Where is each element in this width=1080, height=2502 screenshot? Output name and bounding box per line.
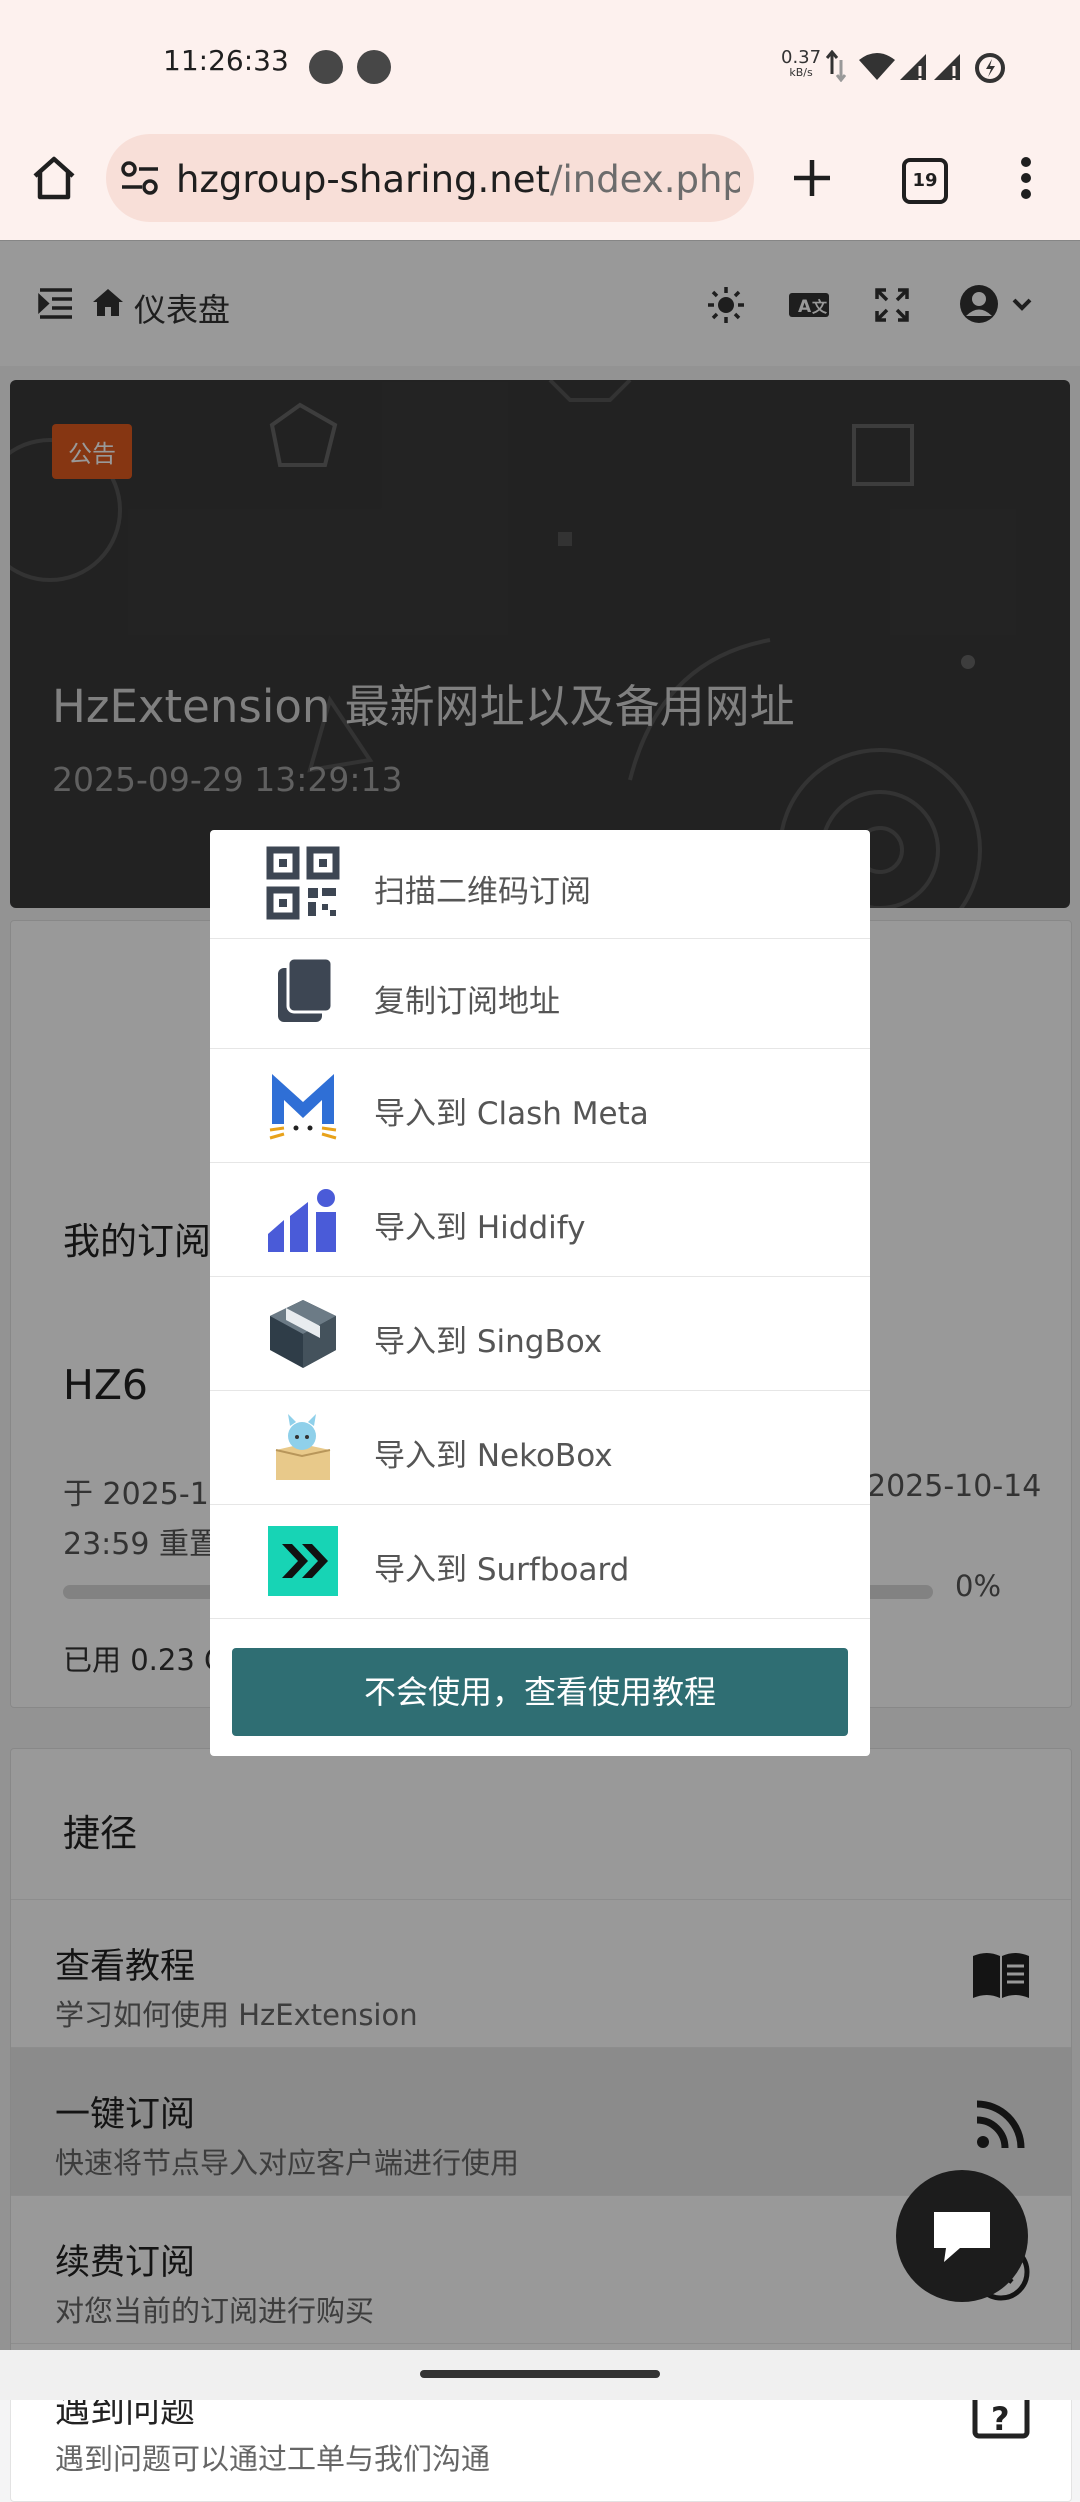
browser-toolbar: hzgroup-sharing.net/index.php#/da 19 xyxy=(0,134,1080,240)
menu-item-label: 复制订阅地址 xyxy=(374,984,560,1020)
menu-item-hiddify[interactable]: 导入到 Hiddify xyxy=(210,1162,870,1277)
menu-item-singbox[interactable]: 导入到 SingBox xyxy=(210,1276,870,1391)
new-tab-icon[interactable] xyxy=(790,156,834,200)
notification-dot-icon xyxy=(309,50,343,84)
more-menu-icon[interactable] xyxy=(1016,154,1036,202)
wifi-icon xyxy=(859,53,895,80)
system-nav-bar xyxy=(0,2350,1080,2400)
home-icon[interactable] xyxy=(30,154,78,202)
status-bar: 11:26:33 0.37 kB/s xyxy=(0,0,1080,134)
home-gesture-handle[interactable] xyxy=(420,2370,660,2378)
battery-saver-icon xyxy=(975,53,1005,83)
menu-item-label: 导入到 Hiddify xyxy=(374,1210,586,1246)
menu-item-surfboard[interactable]: 导入到 Surfboard xyxy=(210,1504,870,1619)
menu-item-label: 扫描二维码订阅 xyxy=(374,874,591,910)
status-time: 11:26:33 xyxy=(163,44,289,77)
menu-item-scan-qr[interactable]: 扫描二维码订阅 xyxy=(210,830,870,939)
menu-item-label: 导入到 Surfboard xyxy=(374,1552,630,1588)
url-path: /index.php#/da xyxy=(550,158,740,201)
data-arrows-icon xyxy=(826,50,846,82)
qr-code-icon xyxy=(266,846,340,920)
singbox-icon xyxy=(270,1300,336,1368)
site-settings-icon[interactable] xyxy=(120,160,160,196)
menu-item-label: 导入到 SingBox xyxy=(374,1324,603,1360)
copy-icon xyxy=(278,956,334,1022)
svg-text:?: ? xyxy=(991,2400,1010,2438)
chat-bubble-icon xyxy=(934,2212,990,2262)
net-speed-value: 0.37 xyxy=(781,47,822,68)
clash-meta-icon xyxy=(269,1074,337,1140)
menu-item-label: 导入到 NekoBox xyxy=(374,1438,613,1474)
menu-item-copy-url[interactable]: 复制订阅地址 xyxy=(210,938,870,1049)
view-tutorial-button[interactable]: 不会使用，查看使用教程 xyxy=(232,1648,848,1736)
menu-item-nekobox[interactable]: 导入到 NekoBox xyxy=(210,1390,870,1505)
signal-icon-2 xyxy=(934,54,960,80)
url-host: hzgroup-sharing.net xyxy=(176,158,550,201)
url-text[interactable]: hzgroup-sharing.net/index.php#/da xyxy=(176,158,740,201)
menu-item-label: 导入到 Clash Meta xyxy=(374,1096,649,1132)
notification-dot-icon xyxy=(357,50,391,84)
net-speed-unit: kB/s xyxy=(789,66,813,79)
url-bar[interactable]: hzgroup-sharing.net/index.php#/da xyxy=(106,134,754,222)
tab-switcher-button[interactable]: 19 xyxy=(902,158,948,204)
signal-icon xyxy=(900,54,926,80)
menu-item-clash-meta[interactable]: 导入到 Clash Meta xyxy=(210,1048,870,1163)
subscribe-popup: 扫描二维码订阅 复制订阅地址 导入到 Clash Meta 导入到 Hiddif… xyxy=(210,830,870,1756)
hiddify-icon xyxy=(268,1189,336,1252)
support-chat-button[interactable] xyxy=(896,2170,1028,2302)
nekobox-icon xyxy=(275,1414,331,1480)
shortcut-desc: 遇到问题可以通过工单与我们沟通 xyxy=(55,2442,491,2476)
surfboard-icon xyxy=(268,1526,338,1596)
net-speed: 0.37 kB/s xyxy=(781,49,821,79)
